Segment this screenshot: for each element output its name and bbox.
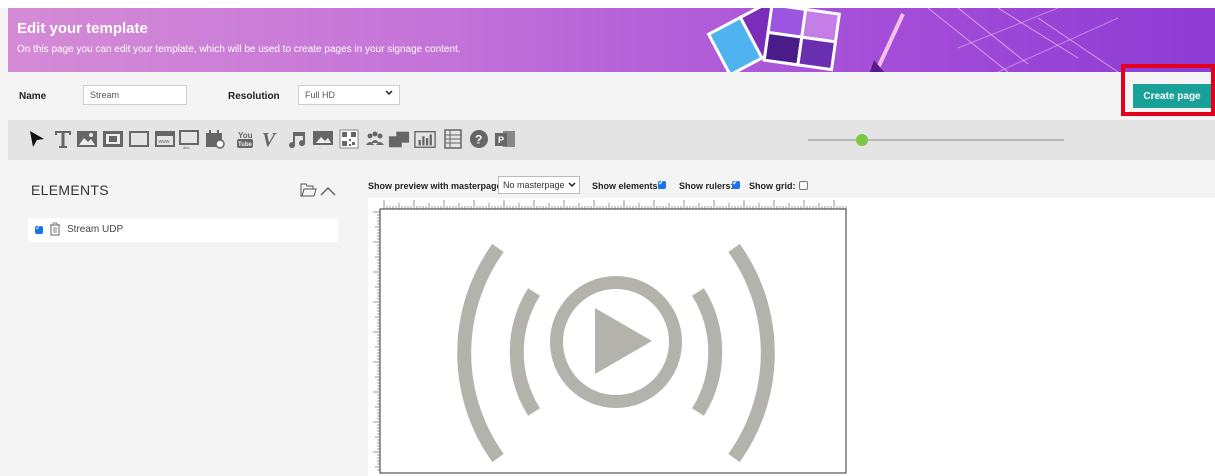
list-item[interactable]: Stream UDP — [28, 218, 338, 242]
elements-panel — [8, 160, 354, 476]
header-illustration — [706, 8, 1119, 72]
masterpage-value: No masterpage — [503, 180, 565, 190]
svg-text:P: P — [498, 135, 504, 145]
qr-code-icon[interactable] — [338, 128, 360, 150]
show-elements-checkbox[interactable] — [658, 178, 666, 189]
rectangle-icon[interactable] — [128, 128, 150, 150]
page-header-banner: Edit your template On this page you can … — [8, 8, 1215, 72]
resolution-value: Full HD — [305, 90, 336, 100]
show-rulers-checkbox[interactable] — [732, 178, 740, 189]
svg-text:abc: abc — [183, 145, 189, 150]
show-rulers-label: Show rulers: — [679, 181, 734, 191]
trash-icon[interactable] — [49, 222, 61, 241]
svg-text:V: V — [262, 129, 277, 150]
svg-text:Tube: Tube — [238, 142, 253, 148]
zoom-slider-handle[interactable] — [856, 134, 868, 146]
zoom-slider-track[interactable] — [808, 139, 1064, 141]
table-icon[interactable] — [442, 128, 464, 150]
video-icon[interactable] — [102, 128, 124, 150]
horizontal-ruler — [383, 200, 847, 209]
svg-text:You: You — [238, 131, 253, 140]
select-arrow-icon[interactable] — [26, 128, 48, 150]
masterpage-select[interactable]: No masterpage — [498, 176, 580, 194]
image-icon[interactable] — [76, 128, 98, 150]
stream-icon[interactable] — [388, 128, 410, 150]
clock-icon[interactable] — [204, 128, 226, 150]
resolution-label: Resolution — [228, 91, 280, 102]
page-subtitle: On this page you can edit your template,… — [17, 44, 461, 55]
help-icon[interactable]: ? — [468, 128, 490, 150]
page-title: Edit your template — [17, 20, 148, 37]
svg-text:...: ... — [318, 145, 321, 150]
create-page-button[interactable]: Create page — [1133, 84, 1211, 108]
preview-masterpage-label: Show preview with masterpage: — [368, 181, 505, 191]
elements-panel-title: ELEMENTS — [31, 182, 109, 198]
collapse-chevron-icon[interactable] — [320, 184, 336, 202]
slideshow-icon[interactable]: ... — [312, 128, 334, 150]
chart-icon[interactable] — [414, 128, 436, 150]
resolution-select[interactable]: Full HD — [298, 85, 400, 105]
audio-icon[interactable] — [286, 128, 308, 150]
chevron-down-icon — [385, 89, 393, 99]
ticker-icon[interactable]: abc — [178, 128, 200, 150]
name-label: Name — [19, 91, 47, 102]
name-input[interactable]: Stream — [83, 85, 187, 105]
text-icon[interactable] — [52, 128, 74, 150]
top-strip — [0, 0, 1215, 8]
powerpoint-icon[interactable]: P — [494, 128, 516, 150]
svg-text:www: www — [159, 139, 170, 145]
show-elements-label: Show elements: — [592, 181, 661, 191]
chevron-down-icon — [568, 181, 576, 191]
svg-text:?: ? — [475, 133, 482, 147]
element-visibility-checkbox[interactable] — [35, 223, 43, 234]
folder-open-icon[interactable] — [300, 183, 317, 202]
vimeo-icon[interactable]: V — [260, 128, 282, 150]
social-icon[interactable] — [364, 128, 386, 150]
vertical-ruler — [373, 211, 380, 471]
show-grid-label: Show grid: — [749, 181, 796, 191]
web-page-icon[interactable]: www — [154, 128, 176, 150]
youtube-icon[interactable]: You Tube — [234, 128, 256, 150]
element-label: Stream UDP — [67, 224, 124, 235]
show-grid-checkbox[interactable] — [799, 181, 808, 190]
template-canvas[interactable] — [372, 200, 852, 476]
